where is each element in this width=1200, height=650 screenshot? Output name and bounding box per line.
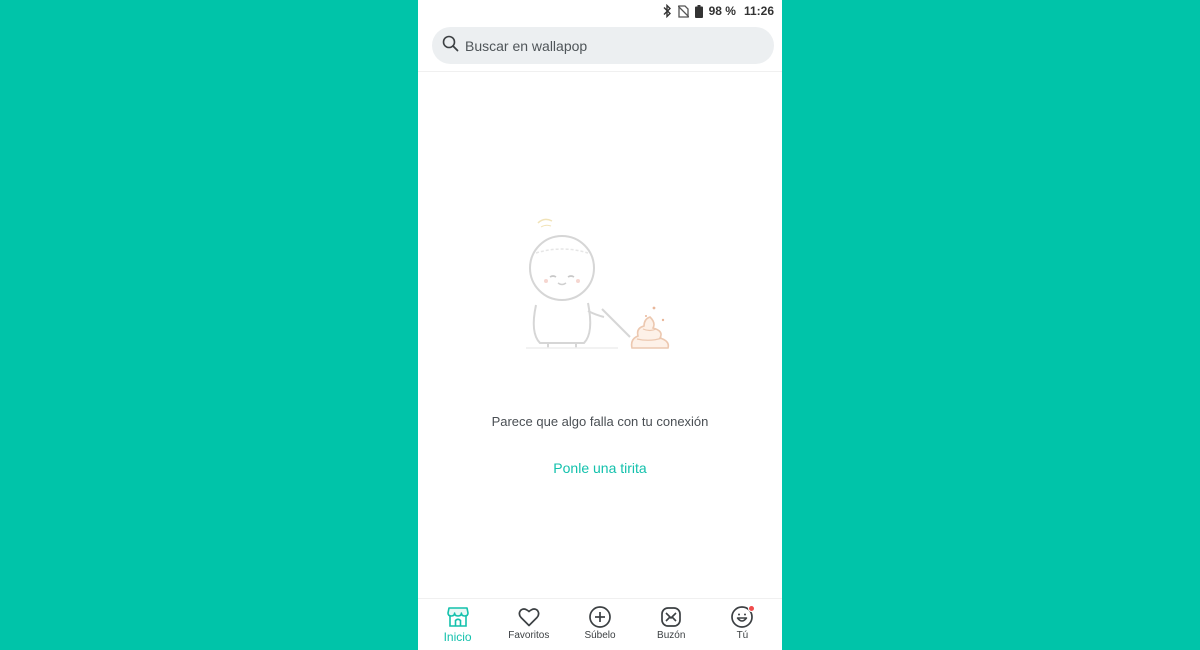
- no-sim-icon: [677, 4, 689, 18]
- battery-percent: 98 %: [708, 4, 736, 18]
- sad-person-with-poop-illustration: [526, 215, 676, 355]
- error-message: Parece que algo falla con tu conexión: [491, 414, 709, 429]
- nav-label: Inicio: [443, 630, 472, 644]
- search-bar[interactable]: [432, 27, 774, 64]
- nav-label: Favoritos: [508, 630, 550, 641]
- store-icon: [446, 605, 470, 629]
- clock: 11:26: [743, 4, 774, 18]
- bottom-navigation: Inicio Favoritos Súbelo Buzón Tú: [418, 598, 782, 650]
- status-bar: 98 % 11:26: [418, 0, 782, 22]
- search-input[interactable]: [465, 37, 755, 54]
- mail-icon: [659, 605, 683, 629]
- nav-item-inicio[interactable]: Inicio: [422, 599, 493, 644]
- nav-item-buzon[interactable]: Buzón: [636, 599, 707, 641]
- nav-label: Súbelo: [584, 630, 616, 641]
- bluetooth-icon: [662, 4, 672, 18]
- heart-icon: [517, 605, 541, 629]
- battery-icon: [694, 4, 703, 18]
- nav-label: Buzón: [657, 630, 686, 641]
- phone-screen: 98 % 11:26 Buscar en wallapop Parece que…: [418, 0, 782, 650]
- search-icon: [442, 35, 459, 57]
- nav-label: Tú: [736, 630, 749, 641]
- retry-link[interactable]: Ponle una tirita: [418, 460, 782, 476]
- plus-circle-icon: [588, 605, 612, 629]
- nav-item-subelo[interactable]: Súbelo: [564, 599, 635, 641]
- nav-item-tu[interactable]: Tú: [707, 599, 778, 641]
- header-divider: [418, 71, 782, 72]
- nav-item-favoritos[interactable]: Favoritos: [493, 599, 564, 641]
- profile-icon: [730, 605, 756, 629]
